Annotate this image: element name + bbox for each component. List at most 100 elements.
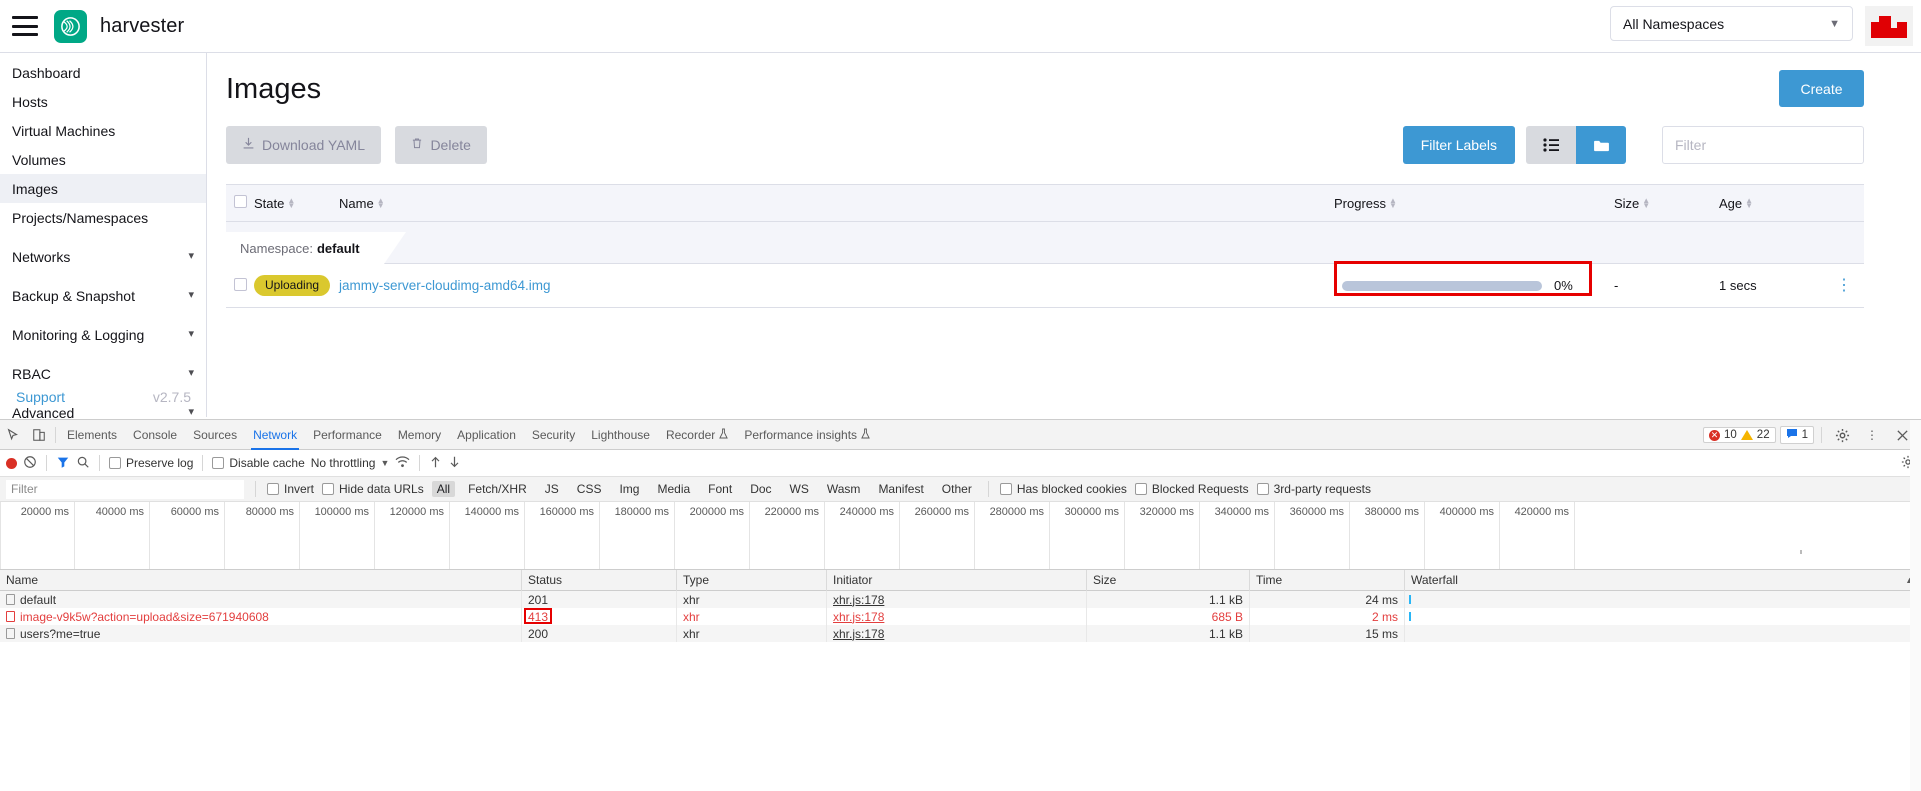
inspect-element-icon[interactable] — [0, 422, 26, 448]
column-header-name[interactable]: Name ▲▼ — [339, 196, 1334, 211]
namespace-selector[interactable]: All Namespaces ▼ — [1610, 6, 1853, 41]
column-header-state[interactable]: State ▲▼ — [254, 196, 339, 211]
message-counter[interactable]: 1 — [1780, 426, 1814, 444]
filter-type-js[interactable]: JS — [540, 481, 564, 497]
checkbox-box — [1257, 483, 1269, 495]
filter-type-ws[interactable]: WS — [785, 481, 814, 497]
column-header-waterfall[interactable]: Waterfall ▲ — [1405, 570, 1921, 591]
initiator-link[interactable]: xhr.js:178 — [833, 610, 884, 624]
filter-type-wasm[interactable]: Wasm — [822, 481, 866, 497]
network-scrollbar[interactable] — [1910, 420, 1921, 791]
issue-counters[interactable]: ✕ 10 22 — [1703, 427, 1776, 443]
column-header-size[interactable]: Size — [1087, 570, 1250, 591]
trash-icon — [411, 137, 423, 153]
sidebar-item-virtual-machines[interactable]: Virtual Machines — [0, 116, 206, 145]
create-button[interactable]: Create — [1779, 70, 1864, 107]
tab-elements[interactable]: Elements — [59, 420, 125, 450]
list-view-icon[interactable] — [1526, 126, 1576, 164]
invert-checkbox[interactable]: Invert — [267, 482, 314, 496]
filter-labels-button[interactable]: Filter Labels — [1403, 126, 1515, 164]
sidebar-item-dashboard[interactable]: Dashboard — [0, 58, 206, 87]
gear-icon[interactable] — [1829, 422, 1855, 448]
sidebar-item-hosts[interactable]: Hosts — [0, 87, 206, 116]
filter-type-img[interactable]: Img — [614, 481, 644, 497]
support-link[interactable]: Support — [16, 389, 65, 405]
download-yaml-button[interactable]: Download YAML — [226, 126, 381, 164]
delete-button[interactable]: Delete — [395, 126, 486, 164]
preserve-log-checkbox[interactable]: Preserve log — [109, 456, 193, 470]
sidebar-item-rbac[interactable]: RBAC ▾ — [0, 359, 206, 388]
filter-type-css[interactable]: CSS — [572, 481, 607, 497]
sidebar-item-projects-namespaces[interactable]: Projects/Namespaces — [0, 203, 206, 232]
network-row[interactable]: users?me=true 200 xhr xhr.js:178 1.1 kB … — [0, 625, 1921, 642]
sidebar-item-monitoring-logging[interactable]: Monitoring & Logging ▾ — [0, 320, 206, 349]
chevron-down-icon: ▾ — [188, 366, 194, 379]
filter-type-other[interactable]: Other — [937, 481, 977, 497]
filter-type-all[interactable]: All — [432, 481, 455, 497]
tab-memory[interactable]: Memory — [390, 420, 449, 450]
column-header-initiator[interactable]: Initiator — [827, 570, 1087, 591]
search-input[interactable] — [1662, 126, 1864, 164]
disable-cache-checkbox[interactable]: Disable cache — [212, 456, 304, 470]
column-header-status[interactable]: Status — [522, 570, 677, 591]
column-header-time[interactable]: Time — [1250, 570, 1405, 591]
initiator-link[interactable]: xhr.js:178 — [833, 593, 884, 607]
network-timeline-overview[interactable]: 20000 ms 40000 ms 60000 ms 80000 ms 1000… — [0, 502, 1921, 570]
hamburger-icon[interactable] — [12, 16, 38, 36]
record-icon[interactable] — [6, 458, 17, 469]
clear-icon[interactable] — [23, 455, 37, 472]
table-row[interactable]: Uploading jammy-server-cloudimg-amd64.im… — [226, 264, 1864, 308]
column-header-type[interactable]: Type — [677, 570, 827, 591]
sidebar-item-volumes[interactable]: Volumes — [0, 145, 206, 174]
hide-data-urls-checkbox[interactable]: Hide data URLs — [322, 482, 424, 496]
tab-recorder[interactable]: Recorder — [658, 420, 736, 450]
column-header-age[interactable]: Age ▲▼ — [1719, 196, 1824, 211]
column-header-progress[interactable]: Progress ▲▼ — [1334, 196, 1614, 211]
tab-security[interactable]: Security — [524, 420, 583, 450]
tab-performance[interactable]: Performance — [305, 420, 390, 450]
filter-type-media[interactable]: Media — [652, 481, 695, 497]
select-all-checkbox[interactable] — [234, 195, 247, 208]
row-checkbox[interactable] — [234, 278, 247, 291]
has-blocked-cookies-checkbox[interactable]: Has blocked cookies — [1000, 482, 1127, 496]
throttling-dropdown[interactable]: No throttling ▼ — [311, 456, 390, 470]
network-row[interactable]: default 201 xhr xhr.js:178 1.1 kB 24 ms — [0, 591, 1921, 608]
blocked-requests-checkbox[interactable]: Blocked Requests — [1135, 482, 1249, 496]
export-arrow-icon[interactable] — [448, 455, 461, 472]
tab-performance-insights[interactable]: Performance insights — [736, 420, 878, 450]
app-root: harvester All Namespaces ▼ Dashboard Hos… — [0, 0, 1921, 791]
cell-name: default — [0, 591, 522, 608]
tab-application[interactable]: Application — [449, 420, 524, 450]
initiator-link[interactable]: xhr.js:178 — [833, 627, 884, 641]
wifi-icon[interactable] — [395, 455, 410, 471]
tab-lighthouse[interactable]: Lighthouse — [583, 420, 658, 450]
column-label: State — [254, 196, 284, 211]
column-header-name[interactable]: Name — [0, 570, 522, 591]
tab-network[interactable]: Network — [245, 420, 305, 450]
cell-type: xhr — [677, 625, 827, 642]
folder-group-view-icon[interactable] — [1576, 126, 1626, 164]
sidebar-item-images[interactable]: Images — [0, 174, 206, 203]
filter-type-font[interactable]: Font — [703, 481, 737, 497]
filter-type-fetch-xhr[interactable]: Fetch/XHR — [463, 481, 532, 497]
network-filter-input[interactable] — [6, 480, 244, 499]
more-vertical-icon[interactable]: ⋮ — [1824, 283, 1864, 289]
funnel-icon[interactable] — [56, 455, 70, 472]
image-name-link[interactable]: jammy-server-cloudimg-amd64.img — [339, 278, 551, 293]
third-party-requests-checkbox[interactable]: 3rd-party requests — [1257, 482, 1371, 496]
sort-icon: ▲▼ — [1642, 198, 1650, 208]
import-arrow-icon[interactable] — [429, 455, 442, 472]
column-header-size[interactable]: Size ▲▼ — [1614, 196, 1719, 211]
sidebar-item-label: Virtual Machines — [12, 123, 115, 139]
tab-sources[interactable]: Sources — [185, 420, 245, 450]
cell-time: 2 ms — [1250, 608, 1405, 625]
filter-type-doc[interactable]: Doc — [745, 481, 776, 497]
search-icon[interactable] — [76, 455, 90, 472]
filter-type-manifest[interactable]: Manifest — [873, 481, 928, 497]
device-toolbar-icon[interactable] — [26, 422, 52, 448]
network-row[interactable]: image-v9k5w?action=upload&size=671940608… — [0, 608, 1921, 625]
sidebar-item-backup-snapshot[interactable]: Backup & Snapshot ▾ — [0, 281, 206, 310]
sidebar-item-networks[interactable]: Networks ▾ — [0, 242, 206, 271]
more-vertical-icon[interactable]: ⋮ — [1859, 422, 1885, 448]
tab-console[interactable]: Console — [125, 420, 185, 450]
